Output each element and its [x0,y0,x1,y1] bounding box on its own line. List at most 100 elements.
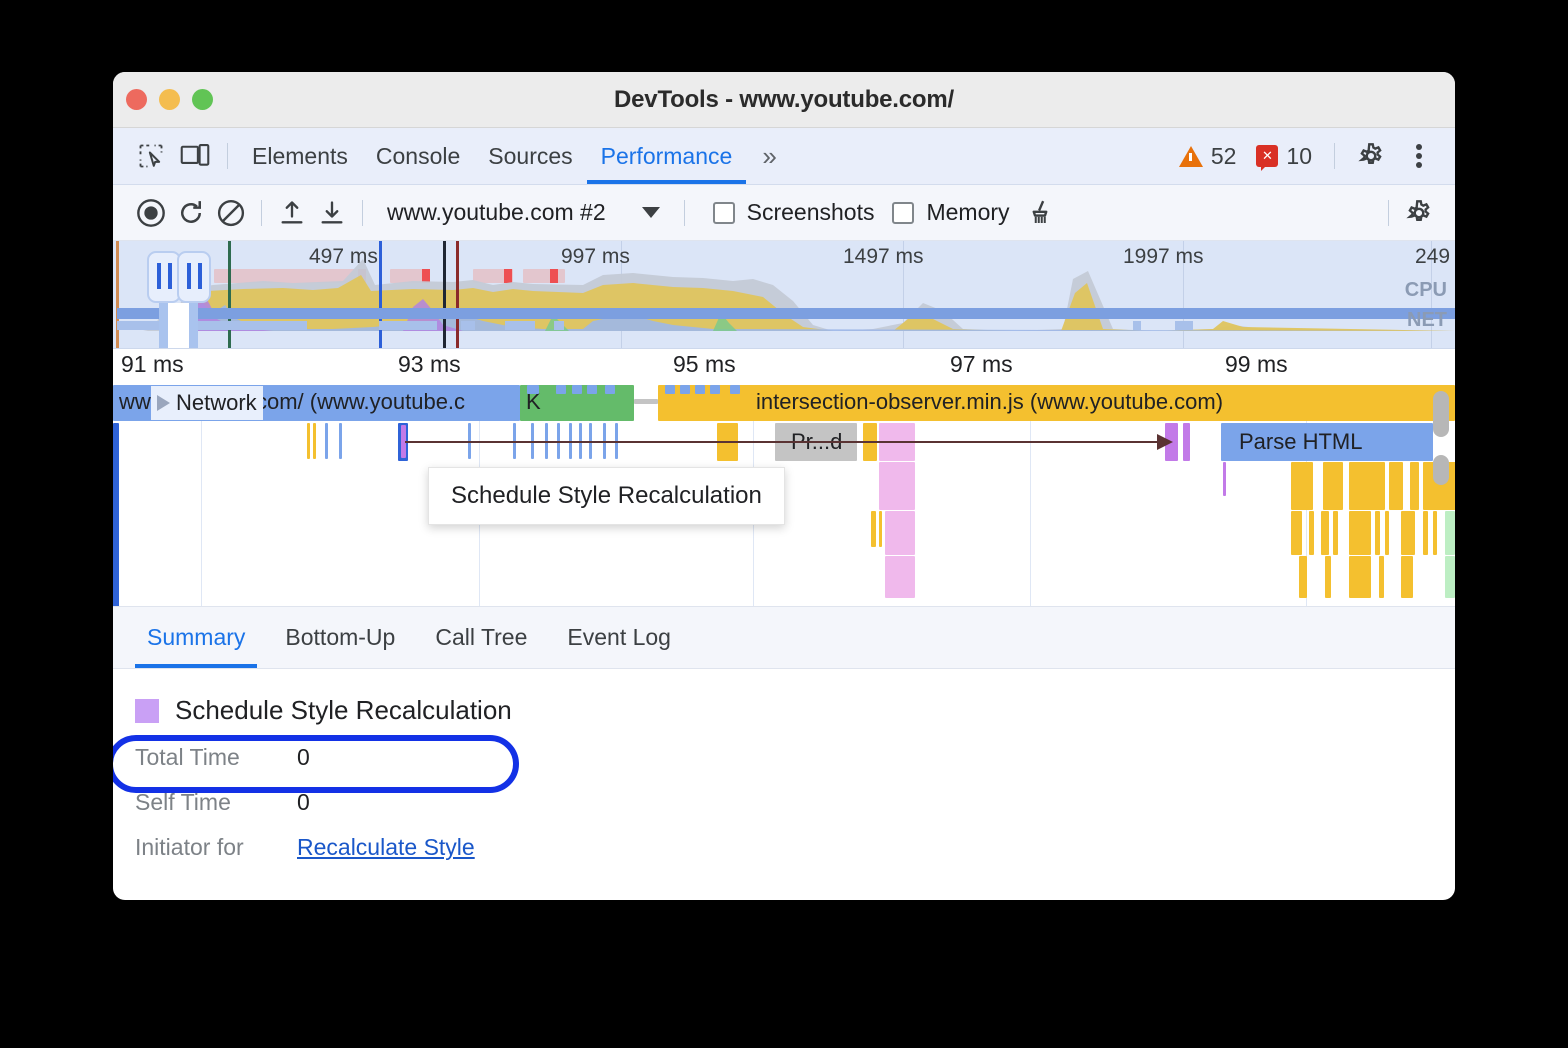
flame-block[interactable] [1385,511,1389,555]
session-label: www.youtube.com #2 [387,199,606,226]
upload-profile-icon[interactable] [272,193,312,233]
tab-performance[interactable]: Performance [587,128,747,184]
flame-block[interactable] [1349,511,1371,555]
summary-title: Schedule Style Recalculation [135,695,1455,726]
collect-garbage-icon[interactable] [1020,193,1060,233]
screenshots-checkbox[interactable]: Screenshots [713,199,875,226]
flame-block[interactable] [1401,556,1413,598]
tab-call-tree[interactable]: Call Tree [415,607,547,668]
flame-block-schedule-style-2[interactable] [1183,423,1190,461]
flame-subbar [710,385,720,394]
flame-block[interactable] [1375,511,1380,555]
warning-count-button[interactable]: 52 [1171,143,1245,170]
window-titlebar: DevTools - www.youtube.com/ [113,72,1455,128]
capture-settings-gear-icon[interactable] [1399,193,1439,233]
overview-range-handle-left[interactable] [147,251,181,303]
flame-tick [339,423,342,459]
initiator-link[interactable]: Recalculate Style [297,834,475,861]
summary-title-label: Schedule Style Recalculation [175,695,512,726]
timeline-overview[interactable]: 497 ms 997 ms 1497 ms 1997 ms 249 [113,241,1455,349]
error-count-button[interactable]: ✕ 10 [1248,143,1320,170]
flame-bar-parse-html[interactable]: Parse HTML [1221,423,1433,461]
record-icon[interactable] [131,193,171,233]
flame-bar-intersection-observer[interactable]: intersection-observer.min.js (www.youtub… [658,385,1455,421]
summary-panel: Schedule Style Recalculation Total Time … [113,669,1455,837]
flame-block[interactable] [1349,462,1385,510]
tab-label: Event Log [567,624,671,651]
tab-console[interactable]: Console [362,128,474,184]
flame-block[interactable] [1291,511,1302,555]
session-dropdown[interactable]: www.youtube.com #2 [373,199,674,226]
devtools-tabbar: Elements Console Sources Performance » 5… [113,128,1455,185]
flame-ruler: 91 ms 93 ms 95 ms 97 ms 99 ms [113,349,1455,385]
more-tabs-icon[interactable]: » [746,141,788,172]
tab-summary[interactable]: Summary [127,607,265,668]
performance-toolbar: www.youtube.com #2 Screenshots Memory [113,185,1455,241]
error-badge-icon: ✕ [1256,145,1278,167]
clear-icon[interactable] [211,193,251,233]
flame-subbar [556,385,566,394]
flame-gap-connector [634,399,658,404]
flame-block[interactable] [1445,556,1455,598]
download-profile-icon[interactable] [312,193,352,233]
flame-chart[interactable]: 91 ms 93 ms 95 ms 97 ms 99 ms www.youtub… [113,349,1455,607]
tab-label: Summary [147,624,245,651]
chevron-down-icon [642,207,660,218]
expand-triangle-icon [157,395,170,411]
tab-event-log[interactable]: Event Log [547,607,691,668]
tab-sources[interactable]: Sources [474,128,586,184]
flame-tick [879,511,882,547]
flame-subbar [730,385,740,394]
flame-block[interactable] [885,511,915,555]
tab-label: Bottom-Up [285,624,395,651]
error-count-label: 10 [1286,143,1312,170]
flame-tick [307,423,310,459]
tab-label: Call Tree [435,624,527,651]
summary-row-key: Initiator for [135,834,297,861]
reload-record-icon[interactable] [171,193,211,233]
memory-checkbox[interactable]: Memory [892,199,1009,226]
toolbar-divider [261,200,262,226]
flame-block[interactable] [1423,511,1428,555]
flame-scrollbar-thumb-top[interactable] [1433,391,1449,437]
flame-block[interactable] [1299,556,1307,598]
flame-block[interactable] [1389,462,1403,510]
memory-label: Memory [926,199,1009,226]
devtools-window: DevTools - www.youtube.com/ Elements Con… [113,72,1455,900]
flame-scrollbar-thumb-bottom[interactable] [1433,455,1449,485]
toolbar-divider [1334,143,1335,169]
flame-block[interactable] [879,462,915,510]
flame-block[interactable] [1325,556,1331,598]
three-dot-menu-icon[interactable] [1397,134,1441,178]
flame-block[interactable] [1433,511,1437,555]
flame-block[interactable] [1445,511,1455,555]
flame-block[interactable] [1291,462,1313,510]
overview-range-handle-right[interactable] [177,251,211,303]
flame-block[interactable] [885,556,915,598]
toolbar-divider [227,143,228,169]
checkbox-box [713,202,735,224]
flame-block[interactable] [1379,556,1384,598]
ruler-tick: 99 ms [1225,351,1288,378]
tab-bottom-up[interactable]: Bottom-Up [265,607,415,668]
gear-icon[interactable] [1349,134,1393,178]
inspect-element-icon[interactable] [129,134,173,178]
flame-block[interactable] [1309,511,1314,555]
device-toolbar-icon[interactable] [173,134,217,178]
ruler-tick: 97 ms [950,351,1013,378]
flame-block[interactable] [1321,511,1329,555]
flame-block[interactable] [1401,511,1415,555]
ruler-tick: 91 ms [121,351,184,378]
summary-row-initiator: Initiator for Recalculate Style [135,834,1455,861]
flame-subbar [587,385,597,394]
flame-block[interactable] [1333,511,1338,555]
network-group-header[interactable]: Network [151,386,263,420]
flame-block[interactable] [1323,462,1343,510]
flame-subbar [572,385,582,394]
flame-tick [325,423,328,459]
flame-block[interactable] [1349,556,1371,598]
flame-block[interactable] [1410,462,1419,510]
flame-subbar [680,385,690,394]
toolbar-divider [684,200,685,226]
tab-elements[interactable]: Elements [238,128,362,184]
